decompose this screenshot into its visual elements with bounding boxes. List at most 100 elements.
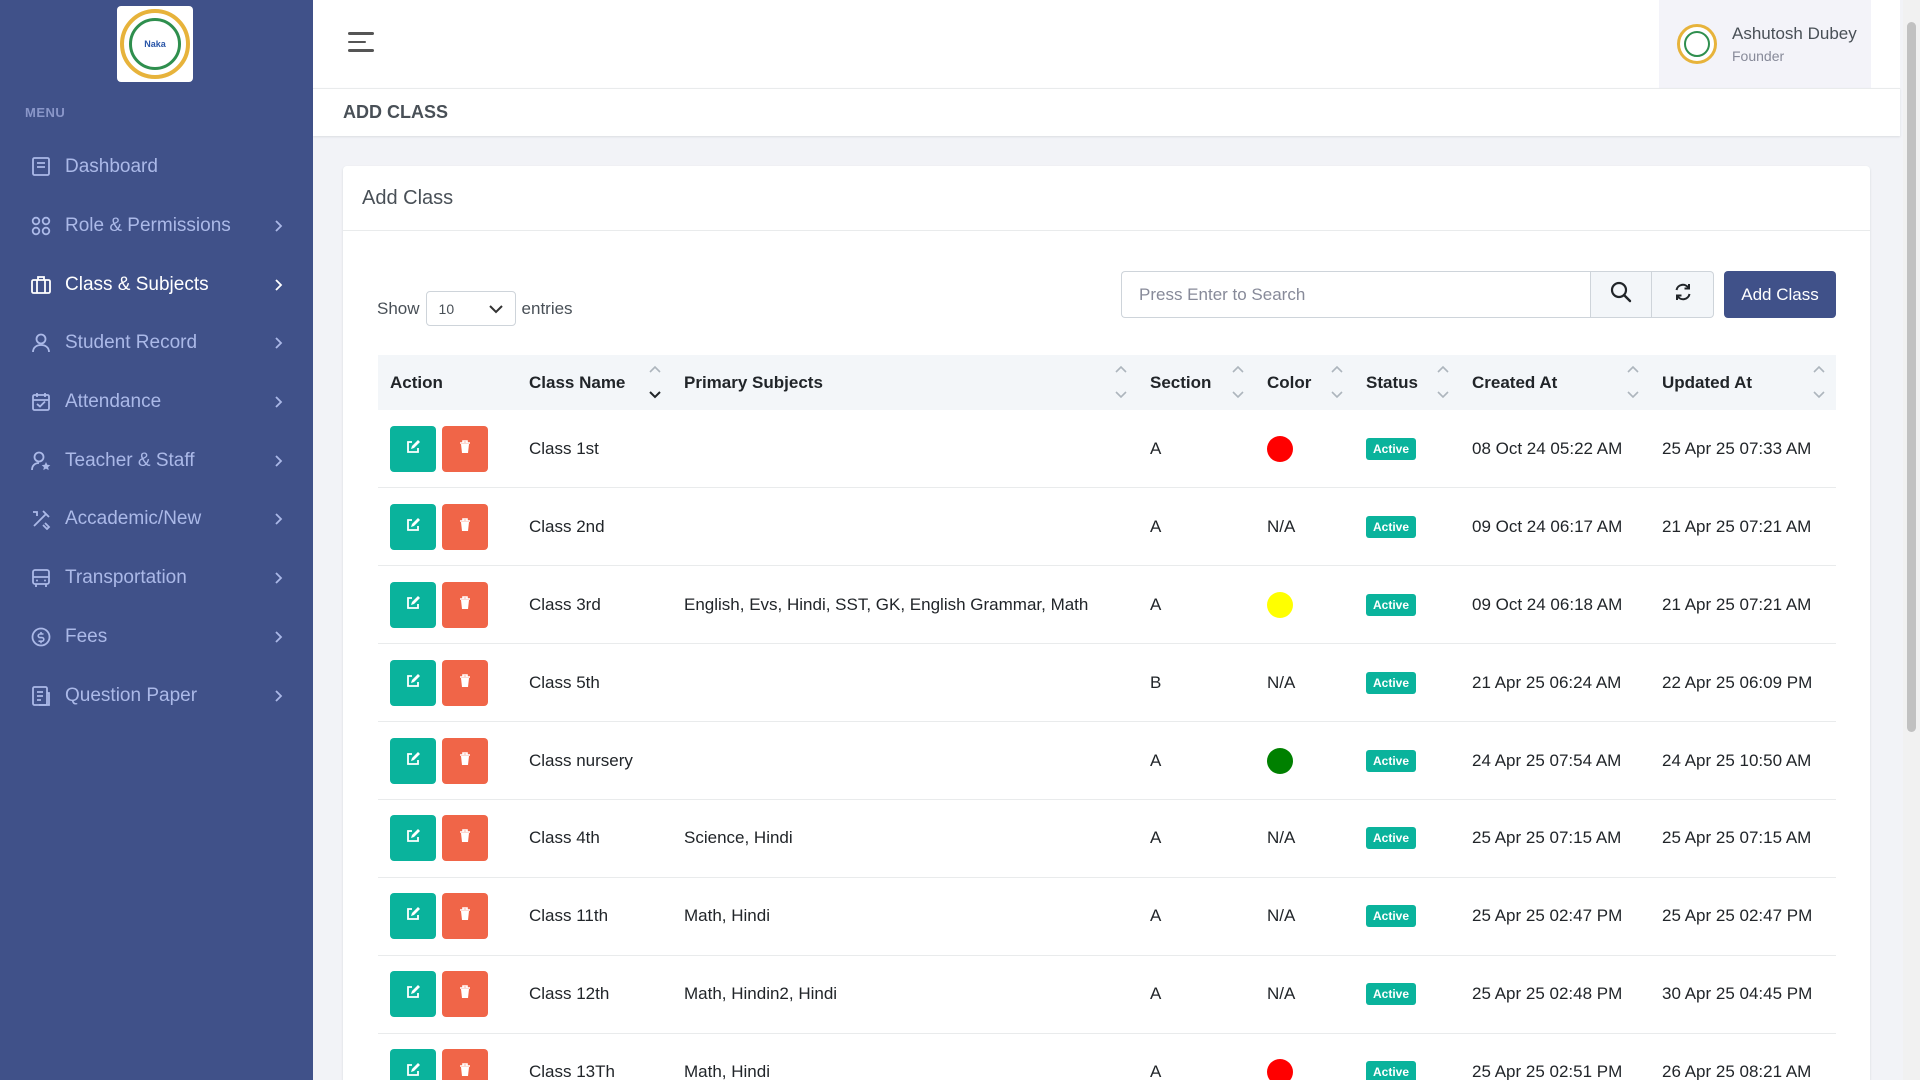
sidebar-item-role-permissions[interactable]: Role & Permissions [0,197,313,256]
edit-button[interactable] [390,581,436,628]
sidebar-item-label: Accademic/New [65,508,202,530]
column-header-primary-subjects[interactable]: Primary Subjects [672,355,1138,410]
trash-icon [459,1062,471,1080]
status-cell: Active [1354,1033,1460,1080]
updated-at-cell: 25 Apr 25 07:33 AM [1650,410,1836,489]
sidebar-item-teacher-staff[interactable]: Teacher & Staff [0,431,313,490]
color-text: N/A [1267,984,1296,1004]
color-cell [1255,721,1354,800]
edit-button[interactable] [390,737,436,784]
status-badge: Active [1366,983,1417,1006]
column-header-status[interactable]: Status [1354,355,1460,410]
color-swatch [1267,1059,1293,1080]
delete-button[interactable] [442,737,488,784]
hamburger-menu-icon[interactable] [348,32,374,56]
column-header-section[interactable]: Section [1138,355,1255,410]
sort-icon[interactable] [1812,363,1826,401]
entries-select[interactable]: 10 [425,291,516,326]
show-entries: Show 10 entries [377,291,573,326]
refresh-button[interactable] [1652,271,1714,318]
status-cell: Active [1354,955,1460,1034]
scroll-thumb[interactable] [1907,22,1916,732]
edit-button[interactable] [390,971,436,1018]
table-header-row: Action Class Name Primary Subjects Section C… [378,355,1836,410]
sort-icon[interactable] [648,363,662,401]
trash-icon [459,517,471,537]
updated-at-cell: 25 Apr 25 02:47 PM [1650,877,1836,956]
chevron-right-icon [271,219,285,233]
page-title: ADD CLASS [343,102,449,122]
delete-button[interactable] [442,425,488,472]
status-badge: Active [1366,1061,1417,1080]
add-class-card: Add Class Show 10 entries Add Class Acti… [343,166,1870,1080]
created-at-cell: 25 Apr 25 02:51 PM [1460,1033,1650,1080]
sidebar-item-question-paper[interactable]: Question Paper [0,666,313,725]
class-name-cell: Class 5th [517,643,672,723]
subjects-cell [672,487,1138,567]
sort-icon[interactable] [1114,363,1128,401]
topbar: Ashutosh Dubey Founder [313,0,1900,88]
trash-icon [459,595,471,615]
subjects-cell: Math, Hindin2, Hindi [672,955,1138,1034]
sort-icon[interactable] [1436,363,1450,401]
delete-button[interactable] [442,815,488,862]
sidebar-item-accademic-new[interactable]: Accademic/New [0,490,313,549]
edit-button[interactable] [390,425,436,472]
edit-icon [406,1062,420,1080]
table-row: Class 4th Science, Hindi A N/A Active 25 Apr … [378,799,1836,878]
edit-button[interactable] [390,503,436,550]
delete-button[interactable] [442,659,488,706]
chevron-right-icon [271,336,285,350]
class-name-cell: Class 1st [517,410,672,489]
add-class-button[interactable]: Add Class [1724,271,1836,318]
sidebar-item-fees[interactable]: Fees [0,608,313,667]
edit-button[interactable] [390,1049,436,1080]
sidebar-item-student-record[interactable]: Student Record [0,314,313,373]
delete-button[interactable] [442,1049,488,1080]
sort-icon[interactable] [1626,363,1640,401]
subjects-cell: Science, Hindi [672,799,1138,878]
edit-button[interactable] [390,893,436,940]
action-cell [378,955,517,1034]
search-input[interactable] [1121,271,1590,318]
column-header-action: Action [378,355,517,410]
edit-button[interactable] [390,815,436,862]
sidebar-item-label: Student Record [65,332,198,354]
sidebar-item-transportation[interactable]: Transportation [0,549,313,608]
color-cell [1255,1033,1354,1080]
table-row: Class 13Th Math, Hindi A Active 25 Apr 25 02… [378,1033,1836,1080]
delete-button[interactable] [442,581,488,628]
status-badge: Active [1366,905,1417,928]
search-button[interactable] [1590,271,1652,318]
class-name-cell: Class 3rd [517,565,672,645]
section-cell: A [1138,410,1255,489]
chevron-right-icon [271,278,285,292]
column-header-class-name[interactable]: Class Name [517,355,672,410]
school-logo[interactable]: Naka [117,6,193,82]
section-cell: B [1138,643,1255,723]
delete-button[interactable] [442,503,488,550]
edit-button[interactable] [390,659,436,706]
column-header-updated-at[interactable]: Updated At [1650,355,1836,410]
user-profile-dropdown[interactable]: Ashutosh Dubey Founder [1659,0,1871,88]
trash-icon [459,906,471,926]
sidebar-item-dashboard[interactable]: Dashboard [0,138,313,197]
delete-button[interactable] [442,893,488,940]
status-cell: Active [1354,487,1460,567]
sort-icon[interactable] [1231,363,1245,401]
sidebar-item-label: Role & Permissions [65,215,231,237]
sidebar-item-label: Transportation [65,567,187,589]
edit-icon [406,439,420,459]
sort-icon[interactable] [1330,363,1344,401]
edit-icon [406,595,420,615]
sidebar-item-class-subjects[interactable]: Class & Subjects [0,255,313,314]
column-header-color[interactable]: Color [1255,355,1354,410]
column-header-created-at[interactable]: Created At [1460,355,1650,410]
sidebar-item-attendance[interactable]: Attendance [0,373,313,432]
delete-button[interactable] [442,971,488,1018]
show-label: Show [377,298,420,318]
action-cell [378,643,517,723]
page-scrollbar[interactable] [1903,0,1920,1080]
trash-icon [459,673,471,693]
table-body: Class 1st A Active 08 Oct 24 05:22 AM 25 Apr… [378,410,1836,1080]
